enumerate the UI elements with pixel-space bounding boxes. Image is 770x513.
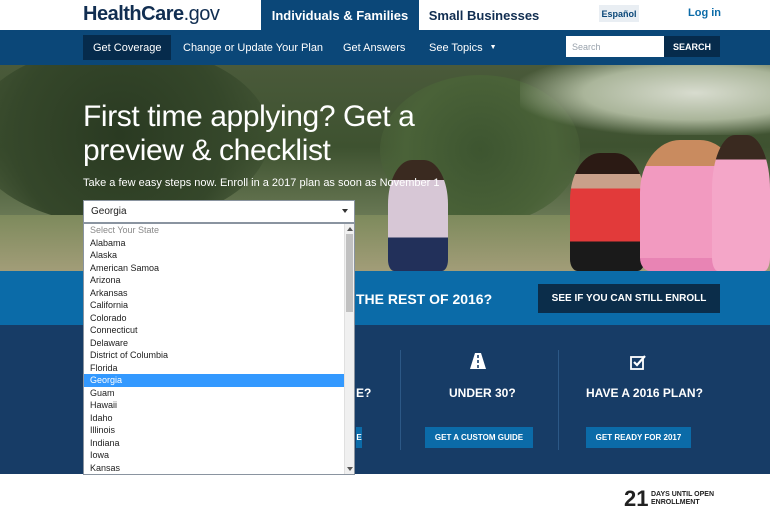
option-state[interactable]: Delaware — [84, 337, 346, 350]
nav-change-update-plan[interactable]: Change or Update Your Plan — [183, 35, 323, 60]
top-header: HealthCare.gov Individuals & Families Sm… — [0, 0, 770, 30]
caret-down-icon: ▼ — [489, 44, 497, 51]
tab-small-businesses[interactable]: Small Businesses — [419, 0, 549, 30]
option-state[interactable]: Alabama — [84, 237, 346, 250]
option-state[interactable]: American Samoa — [84, 262, 346, 275]
card-title: UNDER 30? — [449, 386, 516, 400]
option-state[interactable]: Florida — [84, 362, 346, 375]
logo-suffix: .gov — [183, 3, 220, 25]
countdown-strip: 21 DAYS UNTIL OPEN ENROLLMENT — [0, 474, 770, 513]
dropdown-options: Select Your State Alabama Alaska American … — [84, 224, 346, 474]
search-button[interactable]: SEARCH — [664, 36, 720, 57]
tab-individuals-families[interactable]: Individuals & Families — [261, 0, 419, 30]
card-under-30: UNDER 30? GET A CUSTOM GUIDE — [401, 325, 558, 474]
hero-subtitle: Take a few easy steps now. Enroll in a 2… — [83, 177, 440, 189]
scroll-up-arrow-icon[interactable] — [347, 227, 353, 231]
option-state[interactable]: Kansas — [84, 462, 346, 475]
nav-get-coverage[interactable]: Get Coverage — [83, 35, 172, 60]
countdown-number: 21 — [624, 486, 649, 511]
option-state[interactable]: Connecticut — [84, 324, 346, 337]
card-have-2016-plan: HAVE A 2016 PLAN? GET READY FOR 2017 — [559, 325, 719, 474]
option-state[interactable]: California — [84, 299, 346, 312]
scroll-down-arrow-icon[interactable] — [347, 467, 353, 471]
healthcare-gov-logo[interactable]: HealthCare.gov — [83, 3, 220, 26]
countdown-label: DAYS UNTIL OPEN ENROLLMENT — [651, 491, 715, 506]
state-dropdown-list[interactable]: Select Your State Alabama Alaska American … — [83, 223, 355, 475]
card-button[interactable]: E — [356, 427, 362, 448]
option-state[interactable]: Indiana — [84, 437, 346, 450]
hero-photo-runner — [712, 135, 770, 271]
option-state[interactable]: Hawaii — [84, 399, 346, 412]
search-input[interactable] — [566, 36, 664, 57]
option-placeholder[interactable]: Select Your State — [84, 224, 346, 237]
select-caret-icon — [342, 209, 348, 213]
nav-get-answers[interactable]: Get Answers — [343, 35, 405, 60]
option-state[interactable]: Colorado — [84, 312, 346, 325]
option-state[interactable]: Arizona — [84, 274, 346, 287]
get-custom-guide-button[interactable]: GET A CUSTOM GUIDE — [425, 427, 533, 448]
hero-photo-runner — [570, 153, 645, 271]
scrollbar-thumb[interactable] — [346, 234, 353, 312]
option-state[interactable]: Idaho — [84, 412, 346, 425]
option-state[interactable]: Illinois — [84, 424, 346, 437]
nav-see-topics[interactable]: See Topics ▼ — [429, 35, 497, 60]
see-if-can-enroll-button[interactable]: SEE IF YOU CAN STILL ENROLL — [538, 284, 720, 313]
get-ready-2017-button[interactable]: GET READY FOR 2017 — [586, 427, 691, 448]
card-title: HAVE A 2016 PLAN? — [586, 386, 703, 400]
hero-photo-sky — [520, 65, 770, 135]
main-nav: Get Coverage Change or Update Your Plan … — [0, 30, 770, 65]
see-topics-label: See Topics — [429, 41, 483, 54]
state-select[interactable]: Georgia — [83, 200, 355, 223]
option-state[interactable]: Alaska — [84, 249, 346, 262]
option-state[interactable]: Arkansas — [84, 287, 346, 300]
card-title: E? — [356, 386, 372, 400]
espanol-button[interactable]: Español — [599, 5, 639, 22]
option-state[interactable]: Georgia — [84, 374, 346, 387]
checkbox-icon — [630, 354, 646, 375]
state-select-value: Georgia — [91, 206, 127, 217]
option-state[interactable]: Iowa — [84, 449, 346, 462]
option-state[interactable]: Guam — [84, 387, 346, 400]
login-link[interactable]: Log in — [688, 7, 721, 19]
hero-title: First time applying? Get a preview & che… — [83, 100, 415, 167]
option-state[interactable]: District of Columbia — [84, 349, 346, 362]
banner-text: THE REST OF 2016? — [356, 291, 493, 307]
road-icon — [469, 352, 487, 375]
dropdown-scrollbar[interactable] — [344, 224, 354, 474]
logo-main: HealthCare — [83, 3, 184, 25]
